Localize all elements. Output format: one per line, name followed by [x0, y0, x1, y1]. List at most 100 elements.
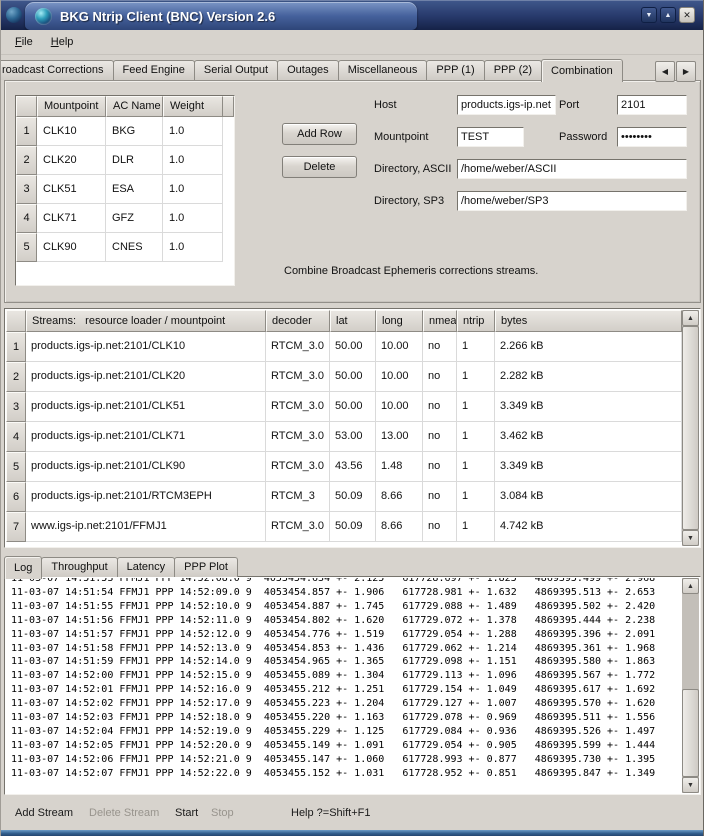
stream-row[interactable]: 3 products.igs-ip.net:2101/CLK51 RTCM_3.… — [6, 392, 682, 422]
col-long[interactable]: long — [376, 310, 423, 332]
log-scrollbar[interactable]: ▲ ▼ — [682, 578, 699, 793]
cell-lat: 43.56 — [330, 452, 376, 482]
tab-scroll-right-button[interactable]: ▶ — [676, 61, 696, 82]
tab-ppp-1[interactable]: PPP (1) — [426, 60, 484, 80]
stream-row[interactable]: 2 products.igs-ip.net:2101/CLK20 RTCM_3.… — [6, 362, 682, 392]
tab-ppp-2[interactable]: PPP (2) — [484, 60, 542, 80]
cell-bytes: 2.266 kB — [495, 332, 682, 362]
col-ac-name[interactable]: AC Name — [106, 96, 163, 117]
menu-file[interactable]: File — [6, 33, 42, 51]
mountpoint-label: Mountpoint — [374, 131, 428, 144]
cell-nmea: no — [423, 422, 457, 452]
col-ntrip[interactable]: ntrip — [457, 310, 495, 332]
col-lat[interactable]: lat — [330, 310, 376, 332]
stream-row[interactable]: 1 products.igs-ip.net:2101/CLK10 RTCM_3.… — [6, 332, 682, 362]
scrollbar-track[interactable] — [682, 594, 699, 777]
cell-stream: products.igs-ip.net:2101/RTCM3EPH — [26, 482, 266, 512]
stream-row[interactable]: 5 products.igs-ip.net:2101/CLK90 RTCM_3.… — [6, 452, 682, 482]
scroll-up-icon: ▲ — [687, 583, 694, 590]
cell-stream: products.igs-ip.net:2101/CLK20 — [26, 362, 266, 392]
tab-feed-engine[interactable]: Feed Engine — [113, 60, 195, 80]
menu-help[interactable]: Help — [42, 33, 83, 51]
cell-ac-name: BKG — [106, 117, 163, 146]
dir-sp3-input[interactable] — [457, 191, 687, 211]
add-stream-button[interactable]: Add Stream — [15, 807, 73, 819]
dir-ascii-input[interactable] — [457, 159, 687, 179]
cell-ac-name: DLR — [106, 146, 163, 175]
cell-bytes: 4.742 kB — [495, 512, 682, 542]
row-number: 3 — [6, 392, 26, 422]
combination-row[interactable]: 4 CLK71 GFZ 1.0 — [16, 204, 234, 233]
tab-combination[interactable]: Combination — [541, 59, 623, 82]
log-line: 11-03-07 14:52:07 FFMJ1 PPP 14:52:22.0 9… — [11, 767, 682, 781]
corner-header — [16, 96, 37, 117]
scroll-down-button[interactable]: ▼ — [682, 530, 699, 546]
cell-bytes: 3.084 kB — [495, 482, 682, 512]
tab-broadcast-corrections[interactable]: roadcast Corrections — [0, 60, 114, 80]
scrollbar-track[interactable] — [682, 326, 699, 530]
stop-button[interactable]: Stop — [211, 807, 234, 819]
cell-ntrip: 1 — [457, 392, 495, 422]
col-bytes[interactable]: bytes — [495, 310, 682, 332]
col-mountpoint[interactable]: Mountpoint — [37, 96, 106, 117]
tab-throughput[interactable]: Throughput — [41, 557, 117, 577]
scroll-down-icon: ▼ — [687, 782, 694, 789]
scrollbar-thumb[interactable] — [682, 689, 699, 777]
cell-lat: 50.00 — [330, 332, 376, 362]
maximize-button[interactable]: ▲ — [660, 7, 676, 23]
scroll-up-button[interactable]: ▲ — [682, 310, 699, 326]
host-input[interactable] — [457, 95, 556, 115]
row-number: 3 — [16, 175, 37, 204]
delete-stream-button[interactable]: Delete Stream — [89, 807, 159, 819]
corner-header — [6, 310, 26, 332]
cell-nmea: no — [423, 392, 457, 422]
col-streams[interactable]: Streams: resource loader / mountpoint — [26, 310, 266, 332]
add-row-button[interactable]: Add Row — [282, 123, 357, 145]
maximize-icon: ▲ — [665, 12, 672, 19]
title-pill: BKG Ntrip Client (BNC) Version 2.6 — [25, 2, 417, 30]
cell-ntrip: 1 — [457, 452, 495, 482]
start-button[interactable]: Start — [175, 807, 198, 819]
tab-latency[interactable]: Latency — [117, 557, 176, 577]
combination-row[interactable]: 1 CLK10 BKG 1.0 — [16, 117, 234, 146]
combination-row[interactable]: 3 CLK51 ESA 1.0 — [16, 175, 234, 204]
port-label: Port — [559, 99, 579, 112]
tab-miscellaneous[interactable]: Miscellaneous — [338, 60, 428, 80]
cell-ntrip: 1 — [457, 362, 495, 392]
combination-row[interactable]: 5 CLK90 CNES 1.0 — [16, 233, 234, 262]
titlebar[interactable]: BKG Ntrip Client (BNC) Version 2.6 ▼ ▲ ✕ — [1, 0, 703, 30]
mountpoint-input[interactable] — [457, 127, 524, 147]
cell-lat: 50.00 — [330, 362, 376, 392]
cell-ac-name: CNES — [106, 233, 163, 262]
scroll-up-button[interactable]: ▲ — [682, 578, 699, 594]
log-output[interactable]: 11-03-07 14:51:53 FFMJ1 PPP 14:52:08.0 9… — [6, 578, 682, 793]
col-decoder[interactable]: decoder — [266, 310, 330, 332]
col-nmea[interactable]: nmea — [423, 310, 457, 332]
port-input[interactable] — [617, 95, 687, 115]
stream-row[interactable]: 4 products.igs-ip.net:2101/CLK71 RTCM_3.… — [6, 422, 682, 452]
tab-serial-output[interactable]: Serial Output — [194, 60, 278, 80]
close-button[interactable]: ✕ — [679, 7, 695, 23]
stream-row[interactable]: 7 www.igs-ip.net:2101/FFMJ1 RTCM_3.0 50.… — [6, 512, 682, 542]
cell-bytes: 3.349 kB — [495, 392, 682, 422]
stream-row[interactable]: 6 products.igs-ip.net:2101/RTCM3EPH RTCM… — [6, 482, 682, 512]
tab-outages[interactable]: Outages — [277, 60, 339, 80]
password-input[interactable] — [617, 127, 687, 147]
tab-ppp-plot[interactable]: PPP Plot — [174, 557, 238, 577]
window-menu-icon[interactable] — [6, 7, 22, 23]
log-line: 11-03-07 14:52:03 FFMJ1 PPP 14:52:18.0 9… — [11, 711, 682, 725]
delete-button[interactable]: Delete — [282, 156, 357, 178]
log-line: 11-03-07 14:52:00 FFMJ1 PPP 14:52:15.0 9… — [11, 669, 682, 683]
col-weight[interactable]: Weight — [163, 96, 223, 117]
streams-scrollbar[interactable]: ▲ ▼ — [682, 310, 699, 546]
dir-ascii-label: Directory, ASCII — [374, 163, 451, 176]
tab-scroll-left-button[interactable]: ◀ — [655, 61, 675, 82]
cell-lat: 50.00 — [330, 392, 376, 422]
log-line: 11-03-07 14:52:02 FFMJ1 PPP 14:52:17.0 9… — [11, 697, 682, 711]
tab-log[interactable]: Log — [4, 556, 42, 579]
password-label: Password — [559, 131, 607, 144]
combination-row[interactable]: 2 CLK20 DLR 1.0 — [16, 146, 234, 175]
scrollbar-thumb[interactable] — [682, 326, 699, 530]
scroll-down-button[interactable]: ▼ — [682, 777, 699, 793]
minimize-button[interactable]: ▼ — [641, 7, 657, 23]
